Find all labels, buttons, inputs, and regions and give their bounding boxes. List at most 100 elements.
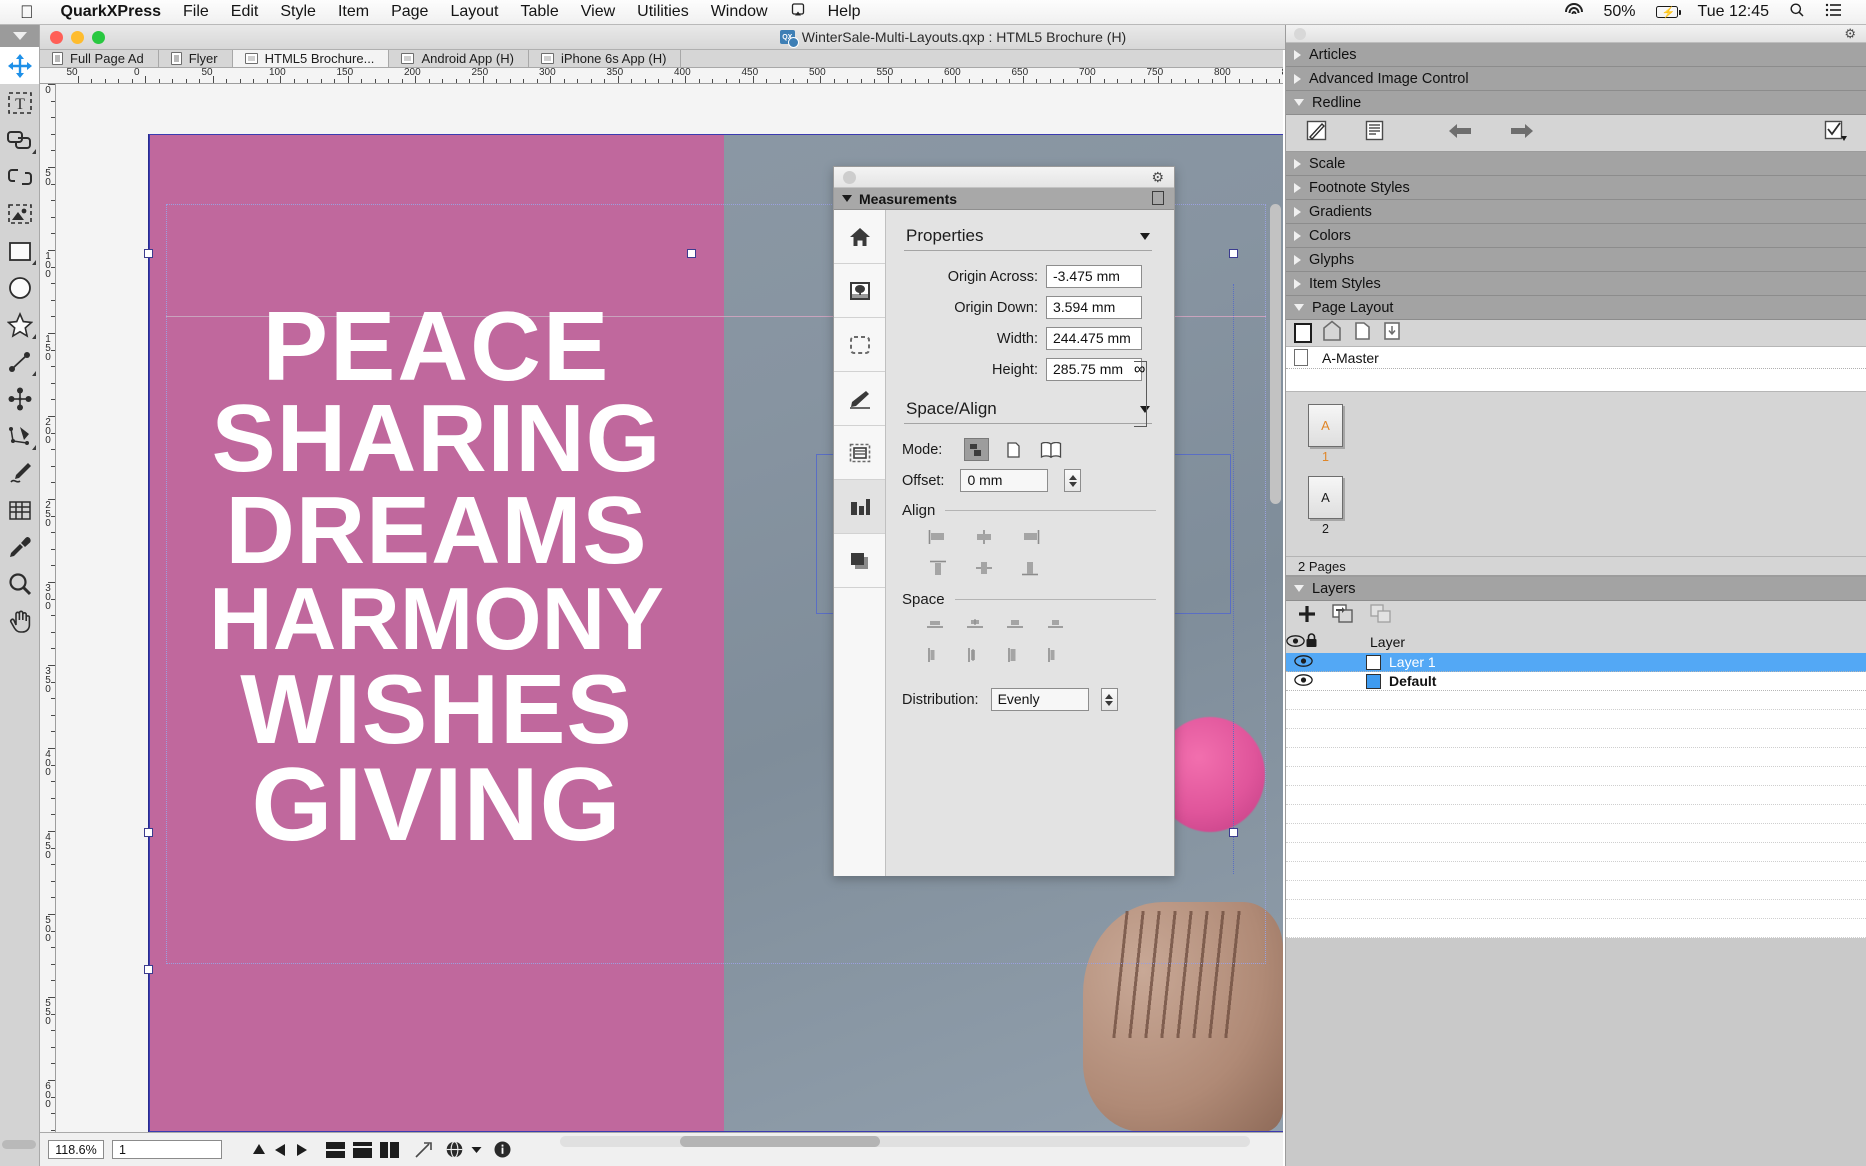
width-input[interactable]: 244.475 mm (1046, 327, 1142, 350)
split-vertical-icon[interactable] (353, 1142, 372, 1158)
bezier-pen-tool[interactable] (0, 417, 39, 454)
panel-gradients[interactable]: Gradients (1286, 200, 1866, 224)
minimize-button[interactable] (71, 31, 84, 44)
link-tool[interactable] (0, 158, 39, 195)
panel-advanced-image-control[interactable]: Advanced Image Control (1286, 67, 1866, 91)
menu-item-file[interactable]: File (172, 3, 220, 21)
chevron-down-icon[interactable] (1140, 233, 1150, 240)
eyedropper-tool[interactable] (0, 528, 39, 565)
vertical-scrollbar[interactable] (1270, 84, 1281, 1124)
page-number-input[interactable]: 1 (112, 1140, 222, 1159)
item-tool[interactable] (0, 47, 39, 84)
space-vertical-icon[interactable] (1046, 618, 1064, 637)
page-thumbnails-area[interactable]: A 1 A 2 (1286, 392, 1866, 556)
move-item-to-layer-icon[interactable] (1332, 604, 1354, 629)
master-page-icon[interactable] (1322, 320, 1342, 346)
disclosure-triangle-right-icon[interactable] (1294, 74, 1301, 84)
disclosure-triangle-down-icon[interactable] (1294, 585, 1304, 592)
show-changes-icon[interactable] (1365, 120, 1384, 146)
menu-item-quarkxpress[interactable]: QuarkXPress (50, 3, 173, 21)
panel-colors[interactable]: Colors (1286, 224, 1866, 248)
disclosure-triangle-down-icon[interactable] (1294, 99, 1304, 106)
previous-page-icon[interactable] (274, 1143, 287, 1157)
close-button[interactable] (50, 31, 63, 44)
picture-tab-icon[interactable] (834, 264, 885, 318)
eye-icon[interactable] (1286, 673, 1320, 689)
distribution-stepper[interactable] (1101, 688, 1118, 711)
drop-shadow-tab-icon[interactable] (834, 534, 885, 588)
horizontal-scrollbar-thumb[interactable] (680, 1136, 880, 1147)
track-changes-icon[interactable] (1306, 120, 1327, 146)
pan-tool[interactable] (0, 602, 39, 639)
dock-close-button[interactable] (1294, 28, 1306, 40)
page-thumbnail-2[interactable]: A (1308, 476, 1343, 519)
first-page-icon[interactable] (252, 1143, 266, 1156)
tab-android-app[interactable]: Android App (H) (389, 50, 529, 67)
text-content-tool[interactable]: T (0, 84, 39, 121)
battery-charging-icon[interactable]: ⚡ (1646, 6, 1688, 18)
star-box-tool[interactable] (0, 306, 39, 343)
disclosure-triangle-down-icon[interactable] (1294, 304, 1304, 311)
frame-tab-icon[interactable] (834, 318, 885, 372)
palette-resize-handle[interactable] (2, 1140, 36, 1149)
panel-articles[interactable]: Articles (1286, 43, 1866, 67)
space-centers-vertical-icon[interactable] (966, 647, 984, 668)
space-top-edges-icon[interactable] (926, 618, 944, 637)
horizontal-scrollbar-track[interactable] (560, 1136, 1250, 1147)
info-icon[interactable] (494, 1141, 511, 1158)
horizontal-ruler[interactable]: 5005010015020025030035040045050055060065… (40, 68, 1283, 84)
accept-change-icon[interactable] (1824, 120, 1848, 147)
space-left-edges-icon[interactable] (926, 647, 944, 668)
bezier-node-tool[interactable] (0, 380, 39, 417)
disclosure-triangle-right-icon[interactable] (1294, 279, 1301, 289)
tool-palette-collapse[interactable] (0, 25, 39, 47)
table-tool[interactable] (0, 491, 39, 528)
duplicate-page-icon[interactable] (1352, 320, 1372, 346)
menu-item-page[interactable]: Page (380, 3, 439, 21)
space-centers-horizontal-icon[interactable] (966, 618, 984, 637)
eye-icon[interactable] (1286, 654, 1320, 670)
runaround-tab-icon[interactable] (834, 426, 885, 480)
layer-row-default[interactable]: Default (1286, 672, 1866, 691)
align-center-horizontal-icon[interactable] (974, 529, 994, 550)
delete-page-icon[interactable] (1382, 320, 1402, 346)
align-left-icon[interactable] (928, 529, 948, 550)
notification-center-icon[interactable] (1815, 3, 1852, 22)
airplay-icon[interactable] (779, 2, 817, 23)
panel-layers[interactable]: Layers (1286, 577, 1866, 601)
space-bottom-edges-icon[interactable] (1006, 618, 1024, 637)
preview-dropdown-icon[interactable] (471, 1146, 482, 1154)
disclosure-triangle-down-icon[interactable] (842, 195, 852, 202)
split-horizontal-icon[interactable] (326, 1142, 345, 1158)
vertical-ruler[interactable]: 050100150200250300350400450500550600 (40, 84, 56, 1132)
menu-item-item[interactable]: Item (327, 3, 380, 21)
palette-close-button[interactable] (843, 171, 856, 184)
disclosure-triangle-right-icon[interactable] (1294, 255, 1301, 265)
blank-page-icon[interactable] (1294, 323, 1312, 343)
gear-icon[interactable]: ⚙ (1844, 26, 1856, 42)
selection-handle-mid-left[interactable] (144, 965, 153, 974)
duplicate-icon[interactable] (1152, 191, 1164, 205)
tab-flyer[interactable]: Flyer (159, 50, 233, 67)
selection-handle-top-left[interactable] (144, 249, 153, 258)
zoom-tool[interactable] (0, 565, 39, 602)
preview-html-icon[interactable] (446, 1141, 463, 1158)
page-relative-mode-icon[interactable] (1001, 438, 1026, 461)
measurements-header[interactable]: Measurements (834, 188, 1174, 210)
dock-titlebar[interactable]: ⚙ (1286, 25, 1866, 43)
horizontal-scrollbar[interactable] (560, 1136, 1250, 1147)
height-input[interactable]: 285.75 mm (1046, 358, 1142, 381)
menu-item-edit[interactable]: Edit (220, 3, 270, 21)
oval-box-tool[interactable] (0, 269, 39, 306)
maximize-button[interactable] (92, 31, 105, 44)
measurements-palette-titlebar[interactable]: ⚙ (834, 167, 1174, 188)
panel-redline[interactable]: Redline (1286, 91, 1866, 115)
menu-item-help[interactable]: Help (817, 3, 872, 21)
master-page-row[interactable]: A-Master (1286, 347, 1866, 369)
layer-row-layer-1[interactable]: Layer 1 (1286, 653, 1866, 672)
align-center-vertical-icon[interactable] (974, 560, 994, 581)
properties-section-header[interactable]: Properties (898, 224, 1156, 250)
headline-text-box[interactable]: PEACE SHARING DREAMS HARMONY WISHES GIVI… (149, 299, 724, 856)
space-right-edges-icon[interactable] (1006, 647, 1024, 668)
panel-scale[interactable]: Scale (1286, 152, 1866, 176)
